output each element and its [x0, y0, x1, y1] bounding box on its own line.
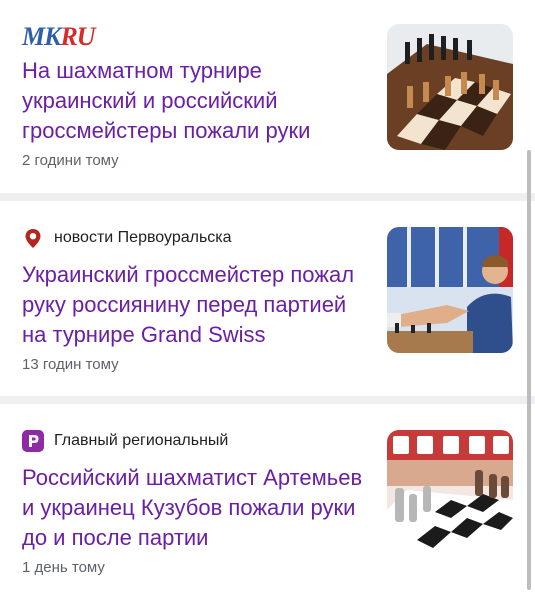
source-name: Главный региональный — [54, 432, 229, 449]
source-row: Главный региональный — [22, 430, 228, 452]
card-separator — [0, 193, 535, 201]
article-card[interactable]: Главный региональный Российский шахматис… — [0, 404, 535, 600]
source-row: новости Первоуральска — [22, 227, 232, 249]
article-title[interactable]: Украинский гроссмейстер пожал руку росси… — [22, 260, 367, 350]
card-separator — [0, 396, 535, 404]
chess-pieces-photo[interactable] — [387, 430, 513, 556]
article-title[interactable]: На шахматном турнире украинский и россий… — [22, 56, 367, 146]
article-timestamp: 13 годин тому — [22, 356, 119, 373]
chessboard-photo[interactable] — [387, 24, 513, 150]
article-title[interactable]: Российский шахматист Артемьев и украинец… — [22, 463, 367, 553]
p-logo-icon — [22, 430, 44, 452]
article-card[interactable]: MKRU На шахматном турнире украинский и р… — [0, 0, 535, 193]
mkru-logo: MKRU — [22, 22, 96, 51]
source-row: MKRU — [22, 22, 96, 51]
source-name: новости Первоуральска — [54, 229, 232, 246]
handshake-photo[interactable] — [387, 227, 513, 353]
location-pin-icon — [22, 227, 44, 249]
article-card[interactable]: новости Первоуральска Украинский гроссме… — [0, 201, 535, 396]
article-timestamp: 1 день тому — [22, 559, 105, 576]
scrollbar[interactable] — [527, 150, 531, 590]
article-timestamp: 2 години тому — [22, 152, 119, 169]
